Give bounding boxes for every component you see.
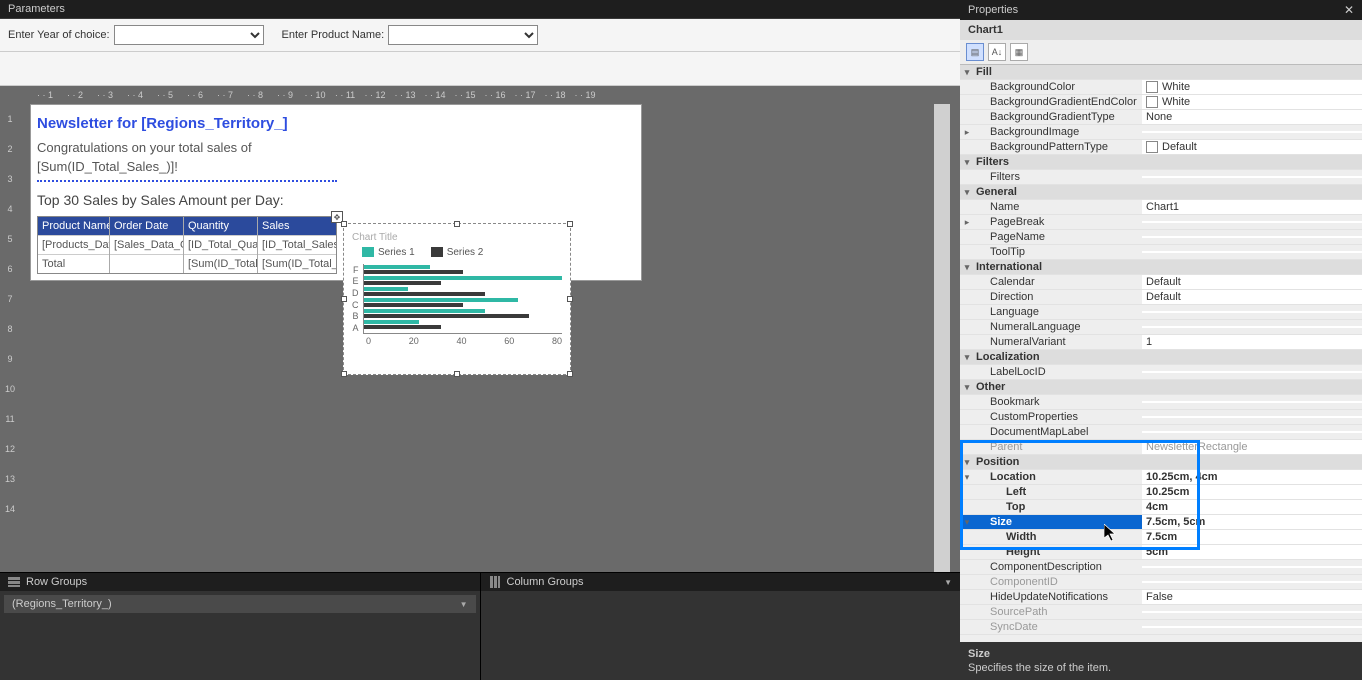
prop-syncdate[interactable]: SyncDate (960, 620, 1362, 635)
resize-handle-w[interactable] (341, 296, 347, 302)
param-year-select[interactable] (114, 25, 264, 45)
prop-backgroundgradientendcolor[interactable]: BackgroundGradientEndColorWhite (960, 95, 1362, 110)
selected-object-name[interactable]: Chart1 (960, 20, 1362, 40)
data-table[interactable]: Product Name[Products_Data_TotalOrder Da… (37, 216, 337, 274)
app-root: Parameters Enter Year of choice: Enter P… (0, 0, 1362, 680)
parameters-blank (0, 52, 960, 86)
resize-handle-n[interactable] (454, 221, 460, 227)
groups-panel: Row Groups (Regions_Territory_) ▼ Column… (0, 572, 960, 680)
prop-localization[interactable]: ▾Localization (960, 350, 1362, 365)
prop-backgroundgradienttype[interactable]: BackgroundGradientTypeNone (960, 110, 1362, 125)
row-group-item[interactable]: (Regions_Territory_) ▼ (4, 595, 476, 613)
report-congrats-1[interactable]: Congratulations on your total sales of (37, 136, 635, 159)
prop-pagebreak[interactable]: ▸PageBreak (960, 215, 1362, 230)
row-groups-icon (8, 576, 20, 588)
prop-height[interactable]: Height5cm (960, 545, 1362, 560)
parameters-row: Enter Year of choice: Enter Product Name… (0, 19, 960, 52)
prop-componentdescription[interactable]: ComponentDescription (960, 560, 1362, 575)
prop-fill[interactable]: ▾Fill (960, 65, 1362, 80)
ruler-horizontal: · · 1· · 2· · 3· · 4· · 5· · 6· · 7· · 8… (20, 86, 932, 104)
property-description-body: Specifies the size of the item. (968, 662, 1354, 674)
column-groups-menu-icon[interactable]: ▼ (944, 578, 952, 587)
row-group-item-label: (Regions_Territory_) (12, 598, 112, 610)
prop-sourcepath[interactable]: SourcePath (960, 605, 1362, 620)
alphabetical-button[interactable]: A↓ (988, 43, 1006, 61)
prop-backgroundimage[interactable]: ▸BackgroundImage (960, 125, 1362, 140)
parameters-header: Parameters (0, 0, 960, 19)
resize-handle-nw[interactable] (341, 221, 347, 227)
prop-pagename[interactable]: PageName (960, 230, 1362, 245)
ruler-vertical: 1234567891011121314 (0, 104, 20, 572)
categorized-button[interactable]: ▤ (966, 43, 984, 61)
report-title[interactable]: Newsletter for [Regions_Territory_] (37, 111, 635, 136)
chart-plot-area (363, 264, 563, 334)
properties-header: Properties ✕ (960, 0, 1362, 20)
param-year-label: Enter Year of choice: (8, 29, 110, 41)
prop-international[interactable]: ▾International (960, 260, 1362, 275)
prop-backgroundpatterntype[interactable]: BackgroundPatternTypeDefault (960, 140, 1362, 155)
vertical-scrollbar[interactable] (934, 104, 950, 572)
prop-backgroundcolor[interactable]: BackgroundColorWhite (960, 80, 1362, 95)
property-pages-button[interactable]: ▦ (1010, 43, 1028, 61)
report-canvas[interactable]: Newsletter for [Regions_Territory_] Cong… (30, 104, 642, 281)
prop-bookmark[interactable]: Bookmark (960, 395, 1362, 410)
chevron-down-icon[interactable]: ▼ (460, 600, 468, 609)
chart-category-axis: FEDCBA (352, 264, 363, 334)
chart-value-axis: 020406080 (352, 336, 562, 346)
resize-handle-ne[interactable] (567, 221, 573, 227)
left-pane: Parameters Enter Year of choice: Enter P… (0, 0, 960, 680)
properties-pane: Properties ✕ Chart1 ▤ A↓ ▦ ▾FillBackgrou… (960, 0, 1362, 680)
prop-calendar[interactable]: CalendarDefault (960, 275, 1362, 290)
resize-handle-s[interactable] (454, 371, 460, 377)
property-description: Size Specifies the size of the item. (960, 642, 1362, 680)
param-product-label: Enter Product Name: (282, 29, 385, 41)
prop-position[interactable]: ▾Position (960, 455, 1362, 470)
prop-numeralvariant[interactable]: NumeralVariant1 (960, 335, 1362, 350)
column-groups-icon (489, 576, 501, 588)
prop-size[interactable]: ▾Size7.5cm, 5cm (960, 515, 1362, 530)
chart-legend: Series 1Series 2 (352, 247, 562, 258)
design-surface[interactable]: · · 1· · 2· · 3· · 4· · 5· · 6· · 7· · 8… (0, 86, 960, 572)
prop-filters[interactable]: ▾Filters (960, 155, 1362, 170)
properties-grid[interactable]: ▾FillBackgroundColorWhiteBackgroundGradi… (960, 65, 1362, 642)
row-groups-header: Row Groups (0, 573, 480, 591)
prop-top[interactable]: Top4cm (960, 500, 1362, 515)
prop-other[interactable]: ▾Other (960, 380, 1362, 395)
prop-location[interactable]: ▾Location10.25cm, 4cm (960, 470, 1362, 485)
chart-object[interactable]: ✥ Chart Title Series 1Series 2 FEDCBA (343, 223, 571, 375)
column-groups-header: Column Groups ▼ (481, 573, 961, 591)
prop-language[interactable]: Language (960, 305, 1362, 320)
prop-componentid[interactable]: ComponentID (960, 575, 1362, 590)
prop-parent[interactable]: ParentNewsletterRectangle (960, 440, 1362, 455)
prop-documentmaplabel[interactable]: DocumentMapLabel (960, 425, 1362, 440)
prop-labellocid[interactable]: LabelLocID (960, 365, 1362, 380)
prop-customproperties[interactable]: CustomProperties (960, 410, 1362, 425)
close-icon[interactable]: ✕ (1344, 3, 1354, 17)
prop-hideupdatenotifications[interactable]: HideUpdateNotificationsFalse (960, 590, 1362, 605)
prop-numerallanguage[interactable]: NumeralLanguage (960, 320, 1362, 335)
prop-width[interactable]: Width7.5cm (960, 530, 1362, 545)
property-description-title: Size (968, 648, 1354, 660)
prop-tooltip[interactable]: ToolTip (960, 245, 1362, 260)
divider (37, 180, 337, 182)
prop-general[interactable]: ▾General (960, 185, 1362, 200)
resize-handle-sw[interactable] (341, 371, 347, 377)
column-groups-label: Column Groups (507, 576, 584, 588)
chart-title-placeholder[interactable]: Chart Title (352, 232, 562, 243)
report-congrats-2[interactable]: [Sum(ID_Total_Sales_)]! (37, 159, 635, 178)
row-groups-label: Row Groups (26, 576, 87, 588)
properties-toolbar: ▤ A↓ ▦ (960, 40, 1362, 65)
prop-name[interactable]: NameChart1 (960, 200, 1362, 215)
prop-left[interactable]: Left10.25cm (960, 485, 1362, 500)
param-product-select[interactable] (388, 25, 538, 45)
prop-direction[interactable]: DirectionDefault (960, 290, 1362, 305)
prop-filters[interactable]: Filters (960, 170, 1362, 185)
resize-handle-se[interactable] (567, 371, 573, 377)
resize-handle-e[interactable] (567, 296, 573, 302)
